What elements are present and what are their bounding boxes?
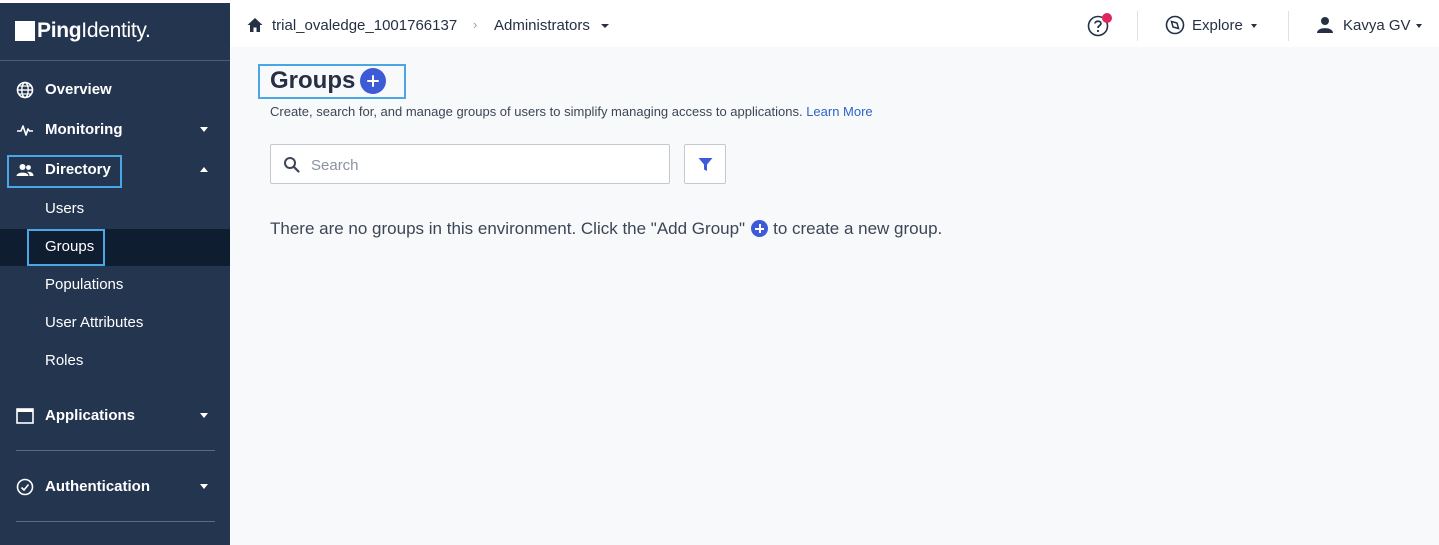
sidebar-subitem-groups[interactable]: Groups xyxy=(0,229,230,266)
chevron-down-icon xyxy=(601,24,609,28)
logo-light-text: Identity. xyxy=(81,19,151,42)
sidebar-subitem-label: Populations xyxy=(45,276,124,293)
breadcrumb-separator: › xyxy=(473,17,478,32)
chevron-down-icon xyxy=(200,484,208,489)
compass-icon xyxy=(1165,15,1185,35)
sidebar-divider xyxy=(16,521,215,522)
sidebar-item-applications[interactable]: Applications xyxy=(0,398,230,434)
sidebar-subitem-user-attributes[interactable]: User Attributes xyxy=(0,305,230,341)
sidebar-subitem-label: User Attributes xyxy=(45,314,144,331)
explore-menu[interactable]: Explore xyxy=(1192,17,1243,34)
sidebar-item-label: Directory xyxy=(45,161,111,178)
sidebar-item-directory[interactable]: Directory xyxy=(0,152,230,188)
header-divider xyxy=(1288,11,1289,41)
sidebar-subitem-roles[interactable]: Roles xyxy=(0,343,230,379)
sidebar-subitem-label: Roles xyxy=(45,352,84,369)
sidebar-subitem-populations[interactable]: Populations xyxy=(0,267,230,303)
sidebar-item-label: Monitoring xyxy=(45,121,123,138)
breadcrumb-environment[interactable]: trial_ovaledge_1001766137 xyxy=(272,17,457,34)
learn-more-link[interactable]: Learn More xyxy=(806,104,872,119)
globe-icon xyxy=(16,81,34,99)
users-icon xyxy=(16,164,34,176)
header-divider xyxy=(1137,11,1138,41)
sidebar-divider xyxy=(16,450,215,451)
sidebar-item-label: Overview xyxy=(45,81,112,98)
page-description: Create, search for, and manage groups of… xyxy=(270,104,873,119)
chevron-down-icon xyxy=(1251,24,1257,28)
chevron-down-icon xyxy=(200,413,208,418)
plus-circle-icon xyxy=(751,220,769,237)
logo-bold-text: Ping xyxy=(37,19,82,42)
check-circle-icon xyxy=(16,478,34,496)
logo-square xyxy=(15,21,35,41)
sidebar-item-authentication[interactable]: Authentication xyxy=(0,469,230,505)
empty-state-message: There are no groups in this environment.… xyxy=(270,219,942,239)
user-menu[interactable]: Kavya GV xyxy=(1343,17,1411,34)
description-text: Create, search for, and manage groups of… xyxy=(270,104,803,119)
sidebar-subitem-label: Users xyxy=(45,200,85,217)
title-highlight-box xyxy=(258,64,406,99)
search-input[interactable] xyxy=(311,154,651,176)
top-header: trial_ovaledge_1001766137 › Administrato… xyxy=(230,3,1439,47)
pulse-icon xyxy=(17,125,33,136)
filter-button[interactable] xyxy=(684,144,726,184)
empty-state-text: There are no groups in this environment.… xyxy=(270,219,746,238)
breadcrumb-administrators-dropdown[interactable]: Administrators xyxy=(494,17,590,34)
ping-identity-logo[interactable]: PingIdentity. xyxy=(15,18,151,44)
chevron-down-icon xyxy=(1416,24,1422,28)
main-content: Groups Create, search for, and manage gr… xyxy=(230,47,1439,545)
chevron-down-icon xyxy=(200,127,208,132)
sidebar-item-label: Authentication xyxy=(45,478,150,495)
user-icon xyxy=(1317,17,1333,33)
sidebar-item-monitoring[interactable]: Monitoring xyxy=(0,112,230,148)
window-icon xyxy=(16,408,34,424)
chevron-up-icon xyxy=(200,167,208,172)
sidebar-item-overview[interactable]: Overview xyxy=(0,72,230,108)
home-icon[interactable] xyxy=(246,16,264,34)
filter-icon xyxy=(698,158,713,171)
sidebar-subitem-label: Groups xyxy=(45,238,95,255)
sidebar-item-label: Applications xyxy=(45,407,136,424)
logo-divider xyxy=(0,60,230,61)
search-field[interactable] xyxy=(270,144,670,184)
notification-dot xyxy=(1102,13,1112,23)
search-icon xyxy=(284,157,300,173)
sidebar: PingIdentity. Overview Monitoring Direct… xyxy=(0,3,230,545)
sidebar-subitem-users[interactable]: Users xyxy=(0,191,230,227)
empty-state-text: to create a new group. xyxy=(773,219,943,238)
